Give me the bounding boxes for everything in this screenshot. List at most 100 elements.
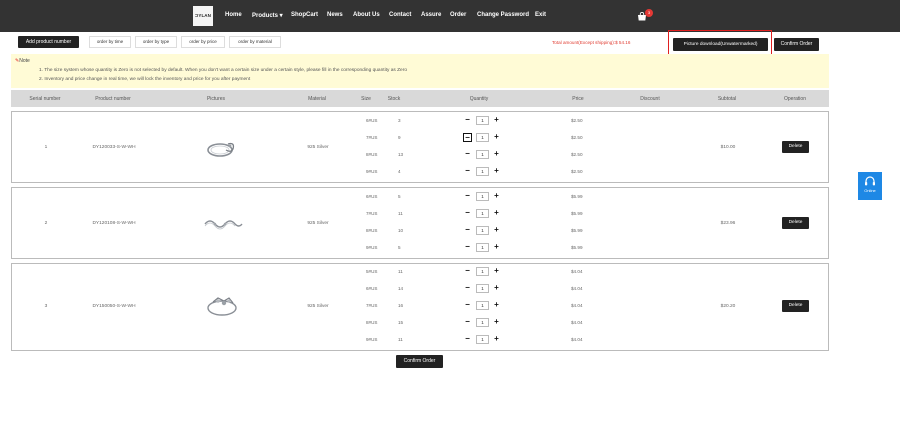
size-label: 6#US <box>366 286 378 291</box>
th-quantity: Quantity <box>469 96 489 102</box>
nav-assure[interactable]: Assure <box>421 12 441 18</box>
quantity-input[interactable]: 1 <box>476 226 489 235</box>
nav-shopcart[interactable]: ShopCart <box>291 12 318 18</box>
product-image-ring-2[interactable] <box>202 216 244 232</box>
quantity-input[interactable]: 1 <box>476 243 489 252</box>
price-value: $2.50 <box>571 169 583 174</box>
confirm-order-top-button[interactable]: Confirm Order <box>774 38 819 51</box>
note-panel: ✎Note 1. The size system whose quantity … <box>11 54 829 88</box>
nav-order[interactable]: Order <box>450 12 466 18</box>
th-serial-number: Serial number <box>29 96 61 102</box>
nav-change-password[interactable]: Change Password <box>477 12 529 18</box>
decrement-button[interactable]: − <box>463 116 472 125</box>
quantity-input[interactable]: 1 <box>476 209 489 218</box>
add-product-number-button[interactable]: Add product number <box>18 36 79 48</box>
decrement-button[interactable]: − <box>463 192 472 201</box>
nav-about-us[interactable]: About Us <box>353 12 380 18</box>
quantity-input[interactable]: 1 <box>476 301 489 310</box>
quantity-stepper: − 1 + <box>463 301 505 310</box>
delete-button[interactable]: Delete <box>782 217 809 229</box>
confirm-order-bottom-button[interactable]: Confirm Order <box>396 355 443 368</box>
decrement-button[interactable]: − <box>463 301 472 310</box>
increment-button[interactable]: + <box>492 209 501 218</box>
increment-button[interactable]: + <box>492 301 501 310</box>
picture-download-button[interactable]: Picture download(Unwatermarked) <box>673 38 768 51</box>
stock-value: 11 <box>398 337 403 342</box>
nav-contact[interactable]: Contact <box>389 12 411 18</box>
top-navbar: ƆYLAN Home Products ▾ ShopCart News Abou… <box>0 0 900 32</box>
decrement-button[interactable]: − <box>463 167 472 176</box>
stock-value: 11 <box>398 211 403 216</box>
quantity-input[interactable]: 1 <box>476 150 489 159</box>
stock-value: 14 <box>398 286 404 291</box>
subtotal-value: $20.20 <box>720 304 736 309</box>
product-block-3: 3 DY150050-S-W-WH 925 Silver 5#US 11 − 1… <box>11 263 829 351</box>
increment-button[interactable]: + <box>492 243 501 252</box>
increment-button[interactable]: + <box>492 284 501 293</box>
sort-by-price-button[interactable]: order by price <box>181 36 225 48</box>
increment-button[interactable]: + <box>492 116 501 125</box>
quantity-input[interactable]: 1 <box>476 284 489 293</box>
note-line-1: 1. The size system whose quantity is Zer… <box>39 68 407 73</box>
size-label: 8#US <box>366 152 378 157</box>
increment-button[interactable]: + <box>492 150 501 159</box>
increment-button[interactable]: + <box>492 267 501 276</box>
quantity-stepper: − 1 + <box>463 150 505 159</box>
th-size: Size <box>361 96 371 102</box>
decrement-button[interactable]: − <box>463 318 472 327</box>
size-label: 5#US <box>366 269 378 274</box>
size-label: 9#US <box>366 337 378 342</box>
quantity-stepper: − 1 + <box>463 284 505 293</box>
decrement-button[interactable]: − <box>463 209 472 218</box>
decrement-button[interactable]: − <box>463 335 472 344</box>
quantity-input[interactable]: 1 <box>476 192 489 201</box>
total-amount-value: 54.16 <box>618 40 631 45</box>
stock-value: 16 <box>398 303 404 308</box>
nav-news[interactable]: News <box>327 12 343 18</box>
decrement-button[interactable]: − <box>463 133 472 142</box>
note-title-text: Note <box>19 58 30 64</box>
site-logo[interactable]: ƆYLAN <box>193 6 213 26</box>
size-label: 8#US <box>366 228 378 233</box>
quantity-input[interactable]: 1 <box>476 318 489 327</box>
product-image-ring-1[interactable] <box>202 138 242 160</box>
table-header: Serial number Product number Pictures Ma… <box>11 90 829 107</box>
quantity-input[interactable]: 1 <box>476 267 489 276</box>
quantity-input[interactable]: 1 <box>476 167 489 176</box>
decrement-button[interactable]: − <box>463 267 472 276</box>
product-image-ring-3[interactable] <box>202 294 242 320</box>
product-block-2: 2 DY120108-S-W-WH 925 Silver 6#US 5 − 1 … <box>11 187 829 259</box>
sort-by-material-button[interactable]: order by material <box>229 36 281 48</box>
nav-products[interactable]: Products ▾ <box>252 12 283 19</box>
increment-button[interactable]: + <box>492 318 501 327</box>
price-value: $5.99 <box>571 211 583 216</box>
increment-button[interactable]: + <box>492 226 501 235</box>
decrement-button[interactable]: − <box>463 243 472 252</box>
decrement-button[interactable]: − <box>463 284 472 293</box>
quantity-stepper: − 1 + <box>463 116 505 125</box>
increment-button[interactable]: + <box>492 192 501 201</box>
price-value: $5.99 <box>571 245 583 250</box>
nav-home[interactable]: Home <box>225 12 242 18</box>
th-discount: Discount <box>640 96 660 102</box>
quantity-input[interactable]: 1 <box>476 116 489 125</box>
online-chat-widget[interactable]: Online <box>858 172 882 200</box>
quantity-input[interactable]: 1 <box>476 133 489 142</box>
delete-button[interactable]: Delete <box>782 300 809 312</box>
decrement-button[interactable]: − <box>463 226 472 235</box>
decrement-button[interactable]: − <box>463 150 472 159</box>
price-value: $4.04 <box>571 269 583 274</box>
delete-button[interactable]: Delete <box>782 141 809 153</box>
stock-value: 11 <box>398 269 403 274</box>
sort-by-type-button[interactable]: order by type <box>135 36 177 48</box>
stock-value: 4 <box>398 169 401 174</box>
nav-exit[interactable]: Exit <box>535 12 546 18</box>
increment-button[interactable]: + <box>492 335 501 344</box>
quantity-stepper: − 1 + <box>463 133 505 142</box>
increment-button[interactable]: + <box>492 133 501 142</box>
quantity-input[interactable]: 1 <box>476 335 489 344</box>
size-label: 6#US <box>366 118 378 123</box>
increment-button[interactable]: + <box>492 167 501 176</box>
sort-by-time-button[interactable]: order by time <box>89 36 131 48</box>
th-product-number: Product number <box>95 96 131 102</box>
